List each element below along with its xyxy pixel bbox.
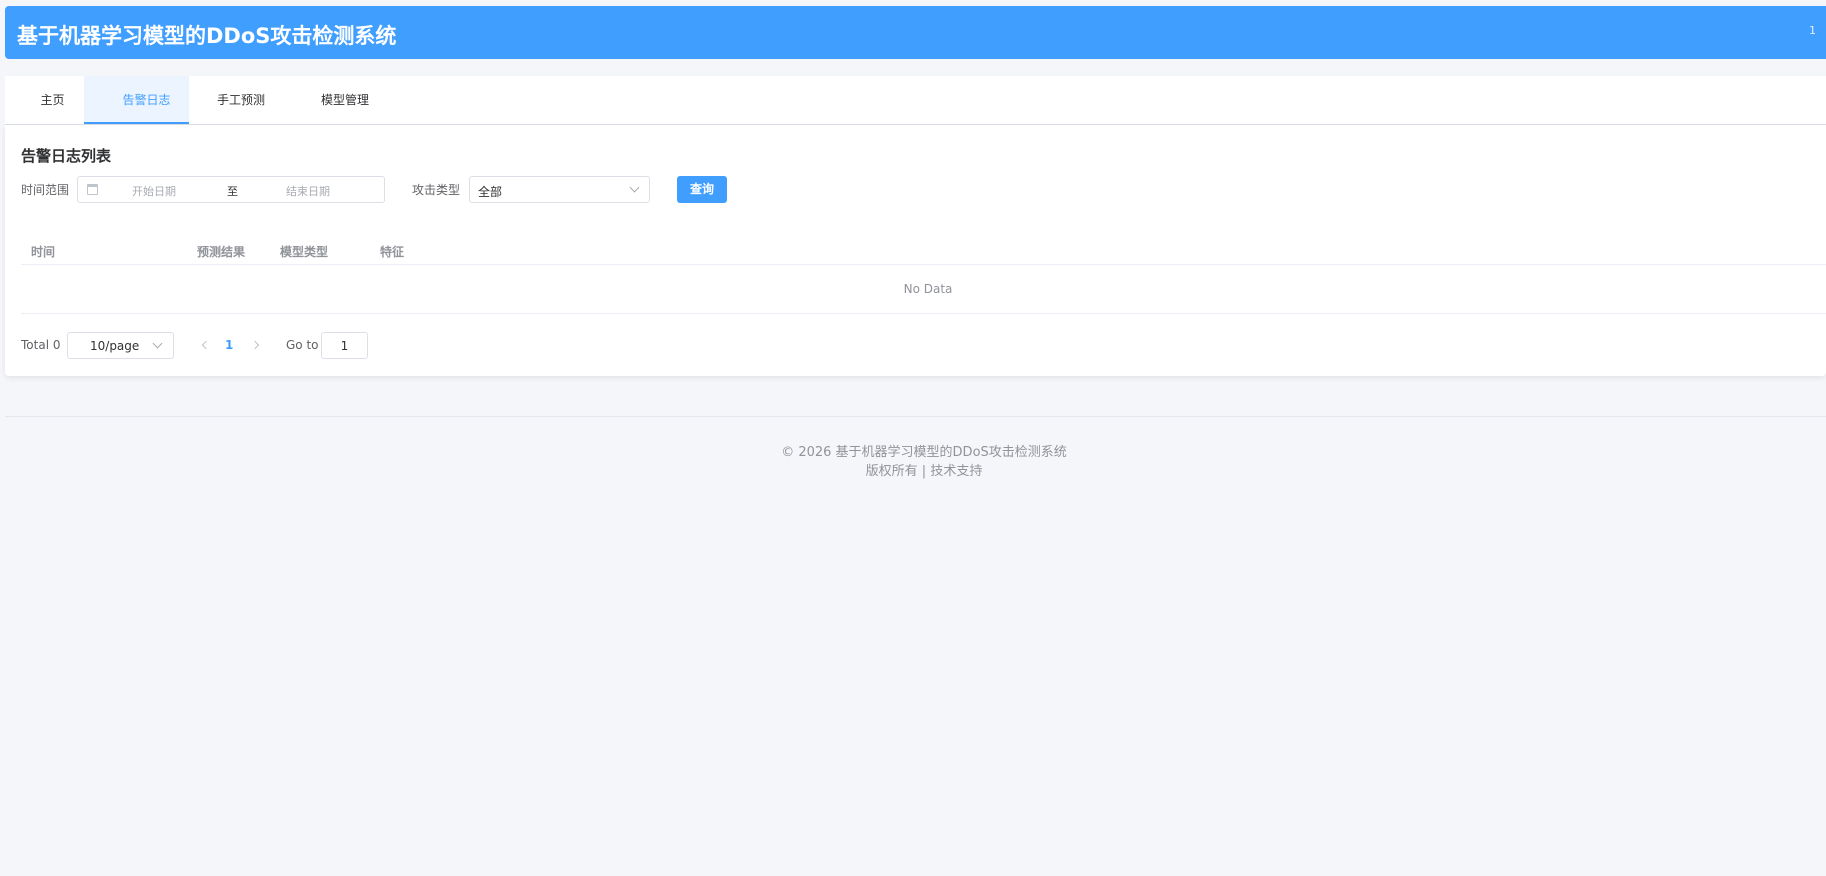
chevron-down-icon [152, 338, 163, 349]
app-header: 基于机器学习模型的DDoS攻击检测系统 1 [5, 6, 1826, 59]
date-range-picker[interactable]: 开始日期 至 结束日期 [77, 176, 385, 203]
next-page-icon[interactable] [250, 340, 260, 350]
footer-links: 版权所有 | 技术支持 [865, 464, 983, 479]
main-tabs: 主页 告警日志 手工预测 模型管理 [5, 76, 1826, 125]
attack-type-label: 攻击类型 [412, 183, 461, 197]
table-empty-row: No Data [21, 265, 1826, 314]
tab-model-management[interactable]: 模型管理 [293, 76, 397, 124]
attack-type-value: 全部 [478, 185, 503, 199]
column-header-prediction[interactable]: 预测结果 [197, 243, 245, 260]
panel-title: 告警日志列表 [21, 147, 112, 165]
page-size-value: 10/page [90, 339, 140, 353]
chevron-down-icon [629, 182, 640, 193]
footer-divider [5, 416, 1826, 417]
goto-label: Go to [286, 338, 319, 352]
column-header-features[interactable]: 特征 [380, 243, 404, 260]
calendar-icon [87, 184, 98, 195]
pagination-total: Total 0 [21, 338, 61, 352]
prev-page-icon[interactable] [201, 340, 211, 350]
footer: © 2026 基于机器学习模型的DDoS攻击检测系统 版权所有 | 技术支持 [0, 443, 1826, 481]
tab-alert-log[interactable]: 告警日志 [84, 76, 189, 124]
tab-home[interactable]: 主页 [5, 76, 84, 124]
tab-manual-predict[interactable]: 手工预测 [189, 76, 293, 124]
goto-page-input[interactable]: 1 [321, 332, 368, 359]
column-header-time[interactable]: 时间 [31, 243, 55, 260]
table-header: 时间 预测结果 模型类型 特征 [21, 235, 1826, 265]
footer-copyright: © 2026 基于机器学习模型的DDoS攻击检测系统 [781, 445, 1067, 460]
query-button[interactable]: 查询 [677, 176, 727, 203]
end-date-input[interactable]: 结束日期 [286, 183, 330, 199]
alert-table: 时间 预测结果 模型类型 特征 No Data [21, 235, 1826, 314]
page-number-current[interactable]: 1 [225, 338, 233, 352]
attack-type-select[interactable]: 全部 [469, 176, 650, 203]
empty-text: No Data [903, 282, 953, 296]
start-date-input[interactable]: 开始日期 [132, 183, 176, 199]
user-menu[interactable]: 1 [1809, 24, 1816, 37]
range-separator: 至 [227, 185, 238, 198]
app-title: 基于机器学习模型的DDoS攻击检测系统 [17, 24, 397, 48]
time-range-label: 时间范围 [21, 183, 70, 197]
alert-log-panel: 告警日志列表 时间范围 开始日期 至 结束日期 攻击类型 全部 查询 时间 预测… [5, 125, 1826, 376]
page-size-select[interactable]: 10/page [67, 332, 174, 359]
column-header-model-type[interactable]: 模型类型 [280, 243, 328, 260]
